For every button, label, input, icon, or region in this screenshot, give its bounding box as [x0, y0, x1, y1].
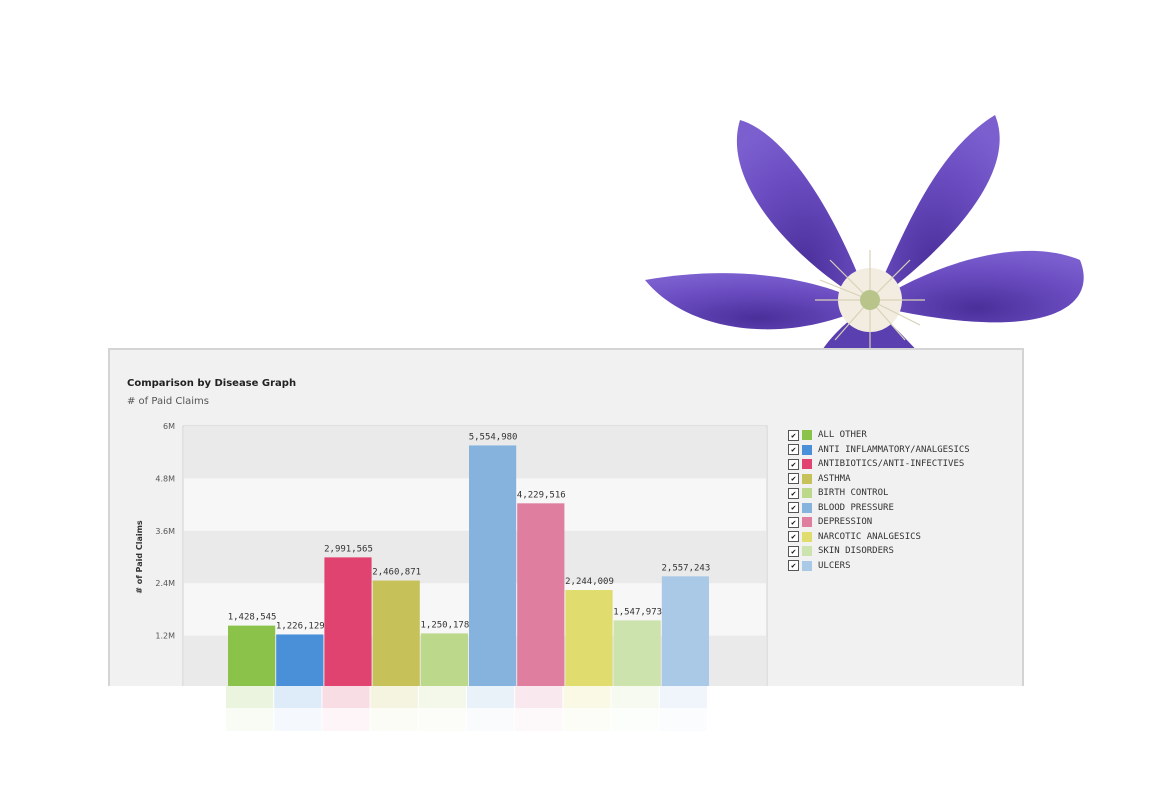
reflection-fade — [108, 708, 1024, 738]
bar-reflection — [108, 686, 1024, 738]
